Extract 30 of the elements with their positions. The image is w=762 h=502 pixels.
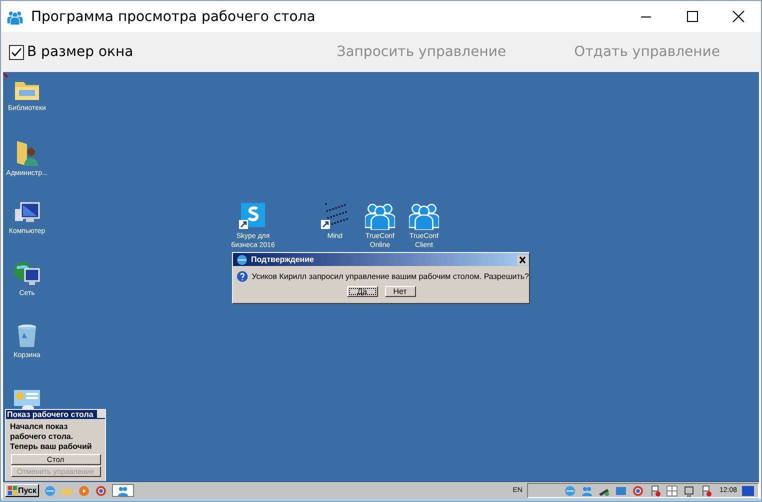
grid-icon[interactable] bbox=[666, 484, 678, 496]
desktop-icon bbox=[13, 201, 41, 225]
no-button[interactable]: Нет bbox=[384, 286, 416, 297]
desktop-icon bbox=[16, 323, 38, 349]
circle-icon[interactable] bbox=[95, 484, 108, 496]
people-icon bbox=[117, 484, 130, 496]
notification-message: Начался показ рабочего стола. Теперь ваш рабочий bbox=[10, 422, 93, 452]
cursor-icon bbox=[3, 72, 9, 80]
close-button[interactable] bbox=[517, 254, 528, 264]
four-squares-icon bbox=[8, 486, 17, 495]
dialog-title: Подтверждение bbox=[251, 255, 314, 264]
show-desktop-icon[interactable] bbox=[742, 484, 754, 496]
notification-title: Показ рабочего стола bbox=[7, 410, 94, 419]
dialog-message: Усиков Кирилл запросил управление вашим рабочим столом. Разрешить? bbox=[252, 272, 529, 281]
monitor-icon[interactable] bbox=[615, 484, 628, 496]
desktop-icon bbox=[238, 200, 268, 230]
start-button[interactable]: Пуск bbox=[5, 484, 40, 497]
checkmark-icon bbox=[10, 46, 23, 58]
flag-icon[interactable] bbox=[649, 484, 662, 496]
app-icon bbox=[7, 8, 23, 24]
taskbar-window-button[interactable] bbox=[112, 484, 134, 497]
window-icon[interactable] bbox=[683, 484, 696, 496]
desktop-icon bbox=[13, 261, 41, 287]
flag-icon[interactable] bbox=[700, 484, 712, 496]
window-title: Программа просмотра рабочего стола bbox=[31, 8, 316, 24]
circle-icon[interactable] bbox=[632, 484, 644, 496]
play-icon[interactable] bbox=[78, 484, 90, 496]
desktop-icon bbox=[14, 139, 40, 167]
question-icon bbox=[237, 271, 248, 282]
fit-window-checkbox[interactable]: В размер окна bbox=[9, 44, 134, 60]
